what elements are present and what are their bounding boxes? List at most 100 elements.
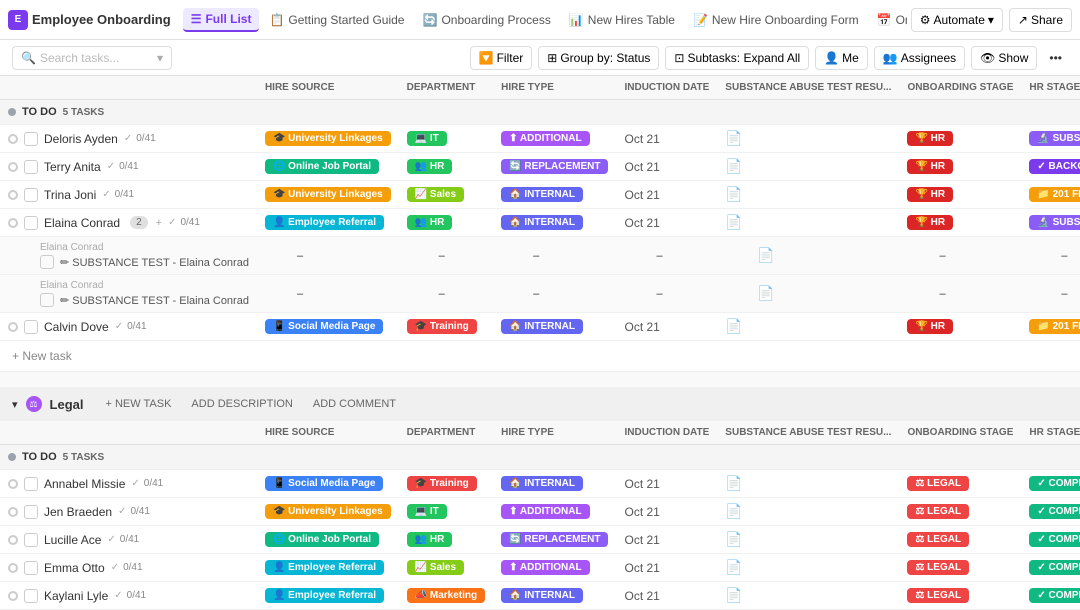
hr-stage-badge[interactable]: 🔬 SUBSTANCE TEST bbox=[1029, 131, 1080, 146]
onboarding-stage-badge[interactable]: ⚖ LEGAL bbox=[907, 588, 969, 603]
table-row: Kaylani Lyle ✓ 0/41 👤 Employee Referral … bbox=[0, 582, 1080, 610]
automate-button[interactable]: ⚙ Automate ▾ bbox=[911, 8, 1003, 32]
hr-stage-badge[interactable]: ✓ BACKGROUND C... bbox=[1029, 159, 1080, 174]
department-badge[interactable]: 📣 Marketing bbox=[407, 588, 485, 603]
onboarding-stage-badge[interactable]: ⚖ LEGAL bbox=[907, 476, 969, 491]
onboarding-stage-cell: 🏆 HR bbox=[899, 153, 1021, 181]
hr-stage-badge[interactable]: ✓ COMPLETE bbox=[1029, 504, 1080, 519]
department-badge[interactable]: 👥 HR bbox=[407, 532, 453, 547]
checkbox[interactable] bbox=[24, 505, 38, 519]
tab-new-hire-form[interactable]: 📝 New Hire Onboarding Form bbox=[685, 9, 867, 31]
hire-source-badge[interactable]: 👤 Employee Referral bbox=[265, 588, 384, 603]
hr-stage-badge[interactable]: ✓ COMPLETE bbox=[1029, 532, 1080, 547]
task-name[interactable]: Trina Joni bbox=[44, 188, 96, 202]
task-name[interactable]: Jen Braeden bbox=[44, 505, 112, 519]
toolbar-right: 🔽 Filter ⊞ Group by: Status ⊡ Subtasks: … bbox=[470, 46, 1068, 70]
hire-source-cell: 🎓 University Linkages bbox=[257, 498, 399, 526]
task-name[interactable]: Terry Anita bbox=[44, 160, 101, 174]
task-name[interactable]: Annabel Missie bbox=[44, 477, 125, 491]
tab-full-list[interactable]: ☰ Full List bbox=[183, 8, 260, 32]
hire-type-badge[interactable]: ⬆ ADDITIONAL bbox=[501, 504, 589, 519]
search-box[interactable]: 🔍 Search tasks... ▾ bbox=[12, 46, 172, 70]
new-task-button[interactable]: + New task bbox=[0, 341, 1080, 372]
task-name[interactable]: Calvin Dove bbox=[44, 320, 109, 334]
tab-onboarding-cal[interactable]: 📅 Onboarding Cale... bbox=[869, 9, 907, 31]
hire-type-badge[interactable]: 🏠 INTERNAL bbox=[501, 588, 583, 603]
hr-stage-badge[interactable]: 📁 201 FILING bbox=[1029, 187, 1080, 202]
task-name-cell: Kaylani Lyle ✓ 0/41 bbox=[0, 582, 257, 610]
assignees-button[interactable]: 👥 Assignees bbox=[874, 46, 965, 70]
department-badge[interactable]: 🎓 Training bbox=[407, 319, 477, 334]
onboarding-stage-badge[interactable]: 🏆 HR bbox=[907, 131, 953, 146]
tab-getting-started[interactable]: 📋 Getting Started Guide bbox=[261, 9, 412, 31]
task-name-cell: Terry Anita ✓ 0/41 bbox=[0, 153, 257, 181]
hr-stage-cell: 📁 201 FILING bbox=[1021, 313, 1080, 341]
filter-button[interactable]: 🔽 Filter bbox=[470, 46, 533, 70]
add-description-btn[interactable]: ADD DESCRIPTION bbox=[185, 396, 298, 412]
hire-source-badge[interactable]: 🎓 University Linkages bbox=[265, 504, 391, 519]
file-icon: 📄 bbox=[725, 475, 742, 491]
checkbox[interactable] bbox=[24, 320, 38, 334]
legal-section-expand-icon[interactable]: ▾ bbox=[12, 398, 18, 411]
onboarding-stage-badge[interactable]: ⚖ LEGAL bbox=[907, 532, 969, 547]
hire-source-badge[interactable]: 🎓 University Linkages bbox=[265, 131, 391, 146]
more-options-icon[interactable]: ••• bbox=[1043, 47, 1068, 69]
checkbox[interactable] bbox=[24, 132, 38, 146]
hire-source-badge[interactable]: 📱 Social Media Page bbox=[265, 476, 384, 491]
hire-source-badge[interactable]: 👤 Employee Referral bbox=[265, 215, 384, 230]
hire-type-badge[interactable]: 🏠 INTERNAL bbox=[501, 187, 583, 202]
onboarding-stage-badge[interactable]: 🏆 HR bbox=[907, 187, 953, 202]
onboarding-stage-badge[interactable]: 🏆 HR bbox=[907, 319, 953, 334]
department-cell: 🎓 Training bbox=[399, 470, 493, 498]
department-badge[interactable]: 👥 HR bbox=[407, 215, 453, 230]
hire-source-badge[interactable]: 🌐 Online Job Portal bbox=[265, 159, 379, 174]
checkbox[interactable] bbox=[40, 293, 54, 307]
tab-new-hires[interactable]: 📊 New Hires Table bbox=[561, 9, 683, 31]
group-by-button[interactable]: ⊞ Group by: Status bbox=[538, 46, 659, 70]
task-name[interactable]: Lucille Ace bbox=[44, 533, 101, 547]
hr-stage-badge[interactable]: 📁 201 FILING bbox=[1029, 319, 1080, 334]
me-button[interactable]: 👤 Me bbox=[815, 46, 868, 70]
department-badge[interactable]: 💻 IT bbox=[407, 504, 447, 519]
hire-source-badge[interactable]: 🌐 Online Job Portal bbox=[265, 532, 379, 547]
checkbox[interactable] bbox=[24, 533, 38, 547]
hire-type-badge[interactable]: 🏠 INTERNAL bbox=[501, 476, 583, 491]
status-indicator bbox=[8, 162, 18, 172]
hire-source-badge[interactable]: 🎓 University Linkages bbox=[265, 187, 391, 202]
add-task-btn[interactable]: + NEW TASK bbox=[100, 396, 178, 412]
tab-onboarding-process[interactable]: 🔄 Onboarding Process bbox=[414, 9, 558, 31]
department-badge[interactable]: 👥 HR bbox=[407, 159, 453, 174]
checkbox[interactable] bbox=[24, 188, 38, 202]
hr-stage-badge[interactable]: ✓ COMPLETE bbox=[1029, 476, 1080, 491]
hire-type-badge[interactable]: 🏠 INTERNAL bbox=[501, 215, 583, 230]
checkbox[interactable] bbox=[24, 477, 38, 491]
hr-stage-badge[interactable]: ✓ COMPLETE bbox=[1029, 588, 1080, 603]
hire-source-badge[interactable]: 📱 Social Media Page bbox=[265, 319, 384, 334]
checkbox[interactable] bbox=[24, 589, 38, 603]
hire-type-badge[interactable]: 🏠 INTERNAL bbox=[501, 319, 583, 334]
hire-type-badge[interactable]: ⬆ ADDITIONAL bbox=[501, 131, 589, 146]
new-hires-icon: 📊 bbox=[569, 13, 584, 27]
checkbox[interactable] bbox=[24, 216, 38, 230]
task-name[interactable]: Deloris Ayden bbox=[44, 132, 118, 146]
subtasks-button[interactable]: ⊡ Subtasks: Expand All bbox=[665, 46, 809, 70]
share-button[interactable]: ↗ Share bbox=[1009, 8, 1072, 32]
onboarding-stage-badge[interactable]: 🏆 HR bbox=[907, 159, 953, 174]
subtask-substance: 📄 bbox=[717, 275, 899, 313]
add-comment-btn[interactable]: ADD COMMENT bbox=[307, 396, 402, 412]
task-name[interactable]: Elaina Conrad bbox=[44, 216, 120, 230]
add-subtask-icon[interactable]: + bbox=[156, 217, 162, 229]
hr-stage-badge[interactable]: 🔬 SUBSTANCE TEST bbox=[1029, 215, 1080, 230]
onboarding-stage-badge[interactable]: ⚖ LEGAL bbox=[907, 504, 969, 519]
department-badge[interactable]: 📈 Sales bbox=[407, 187, 464, 202]
substance-cell: 📄 bbox=[717, 125, 899, 153]
checkbox[interactable] bbox=[40, 255, 54, 269]
onboarding-stage-badge[interactable]: 🏆 HR bbox=[907, 215, 953, 230]
task-name[interactable]: Kaylani Lyle bbox=[44, 589, 108, 603]
department-badge[interactable]: 💻 IT bbox=[407, 131, 447, 146]
show-button[interactable]: 👁 Show bbox=[971, 46, 1037, 70]
hire-type-badge[interactable]: 🔄 REPLACEMENT bbox=[501, 159, 608, 174]
checkbox[interactable] bbox=[24, 160, 38, 174]
department-badge[interactable]: 🎓 Training bbox=[407, 476, 477, 491]
hire-type-badge[interactable]: 🔄 REPLACEMENT bbox=[501, 532, 608, 547]
